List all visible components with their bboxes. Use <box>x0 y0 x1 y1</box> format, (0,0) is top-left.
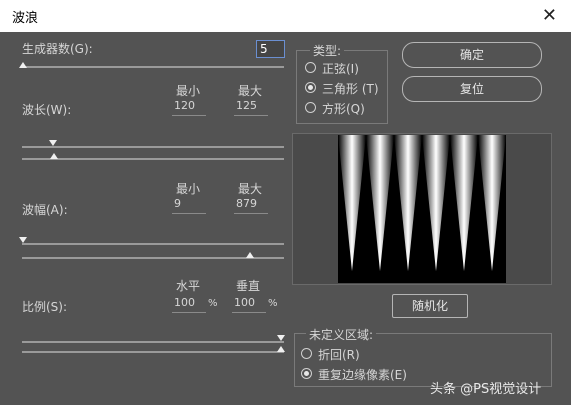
type-triangle-label[interactable]: 三角形 (T) <box>322 80 379 97</box>
type-group-title: 类型: <box>310 42 345 59</box>
scale-h-header: 水平 <box>176 279 201 293</box>
scale-v-unit: % <box>268 298 278 309</box>
wavelength-max-slider-thumb[interactable] <box>50 153 58 159</box>
scale-v-slider-track[interactable] <box>22 351 284 353</box>
watermark-text: 头条 @PS视觉设计 <box>430 382 542 397</box>
close-icon[interactable]: ✕ <box>542 5 557 26</box>
undefined-area-title: 未定义区域: <box>306 326 377 343</box>
amplitude-min-slider-track[interactable] <box>22 243 284 245</box>
amplitude-max-slider-thumb[interactable] <box>246 252 254 258</box>
wrap-around-radio[interactable] <box>301 348 312 359</box>
amplitude-max-input[interactable]: 879 <box>234 197 268 214</box>
amplitude-max-header: 最大 <box>238 182 263 196</box>
scale-h-unit: % <box>208 298 218 309</box>
type-triangle-radio[interactable] <box>305 82 316 93</box>
type-sine-label[interactable]: 正弦(I) <box>322 60 359 77</box>
generators-slider-thumb[interactable] <box>19 62 27 68</box>
scale-h-input[interactable]: 100 <box>172 296 206 313</box>
amplitude-label: 波幅(A): <box>22 203 68 217</box>
wavelength-min-slider-thumb[interactable] <box>49 140 57 146</box>
type-square-label[interactable]: 方形(Q) <box>322 100 365 117</box>
preview-image[interactable] <box>338 135 506 283</box>
scale-v-input[interactable]: 100 <box>232 296 266 313</box>
repeat-edge-label[interactable]: 重复边缘像素(E) <box>318 366 407 383</box>
amplitude-max-slider-track[interactable] <box>22 257 284 259</box>
wavelength-min-header: 最小 <box>176 84 201 98</box>
amplitude-min-input[interactable]: 9 <box>172 197 206 214</box>
scale-h-slider-track[interactable] <box>22 341 284 343</box>
title-bar: 波浪 ✕ <box>0 0 571 32</box>
type-sine-radio[interactable] <box>305 62 316 73</box>
type-square-radio[interactable] <box>305 102 316 113</box>
scale-label: 比例(S): <box>22 300 68 314</box>
wavelength-max-slider-track[interactable] <box>22 158 284 160</box>
generators-input[interactable]: 5 <box>256 40 285 58</box>
wavelength-min-slider-track[interactable] <box>22 146 284 148</box>
preview-panel <box>292 133 552 285</box>
amplitude-min-slider-thumb[interactable] <box>19 237 27 243</box>
wrap-around-label[interactable]: 折回(R) <box>318 346 360 363</box>
wavelength-max-input[interactable]: 125 <box>234 99 268 116</box>
generators-label: 生成器数(G): <box>22 42 93 56</box>
randomize-button[interactable]: 随机化 <box>392 294 468 318</box>
wavelength-min-input[interactable]: 120 <box>172 99 206 116</box>
generators-slider-track[interactable] <box>22 66 284 68</box>
wavelength-label: 波长(W): <box>22 103 72 117</box>
dialog-title: 波浪 <box>12 11 39 26</box>
scale-v-header: 垂直 <box>236 279 261 293</box>
reset-button[interactable]: 复位 <box>402 76 542 102</box>
ok-button[interactable]: 确定 <box>402 42 542 68</box>
wavelength-max-header: 最大 <box>238 84 263 98</box>
amplitude-min-header: 最小 <box>176 182 201 196</box>
repeat-edge-radio[interactable] <box>301 368 312 379</box>
scale-h-slider-thumb[interactable] <box>277 335 285 341</box>
scale-v-slider-thumb[interactable] <box>277 346 285 352</box>
